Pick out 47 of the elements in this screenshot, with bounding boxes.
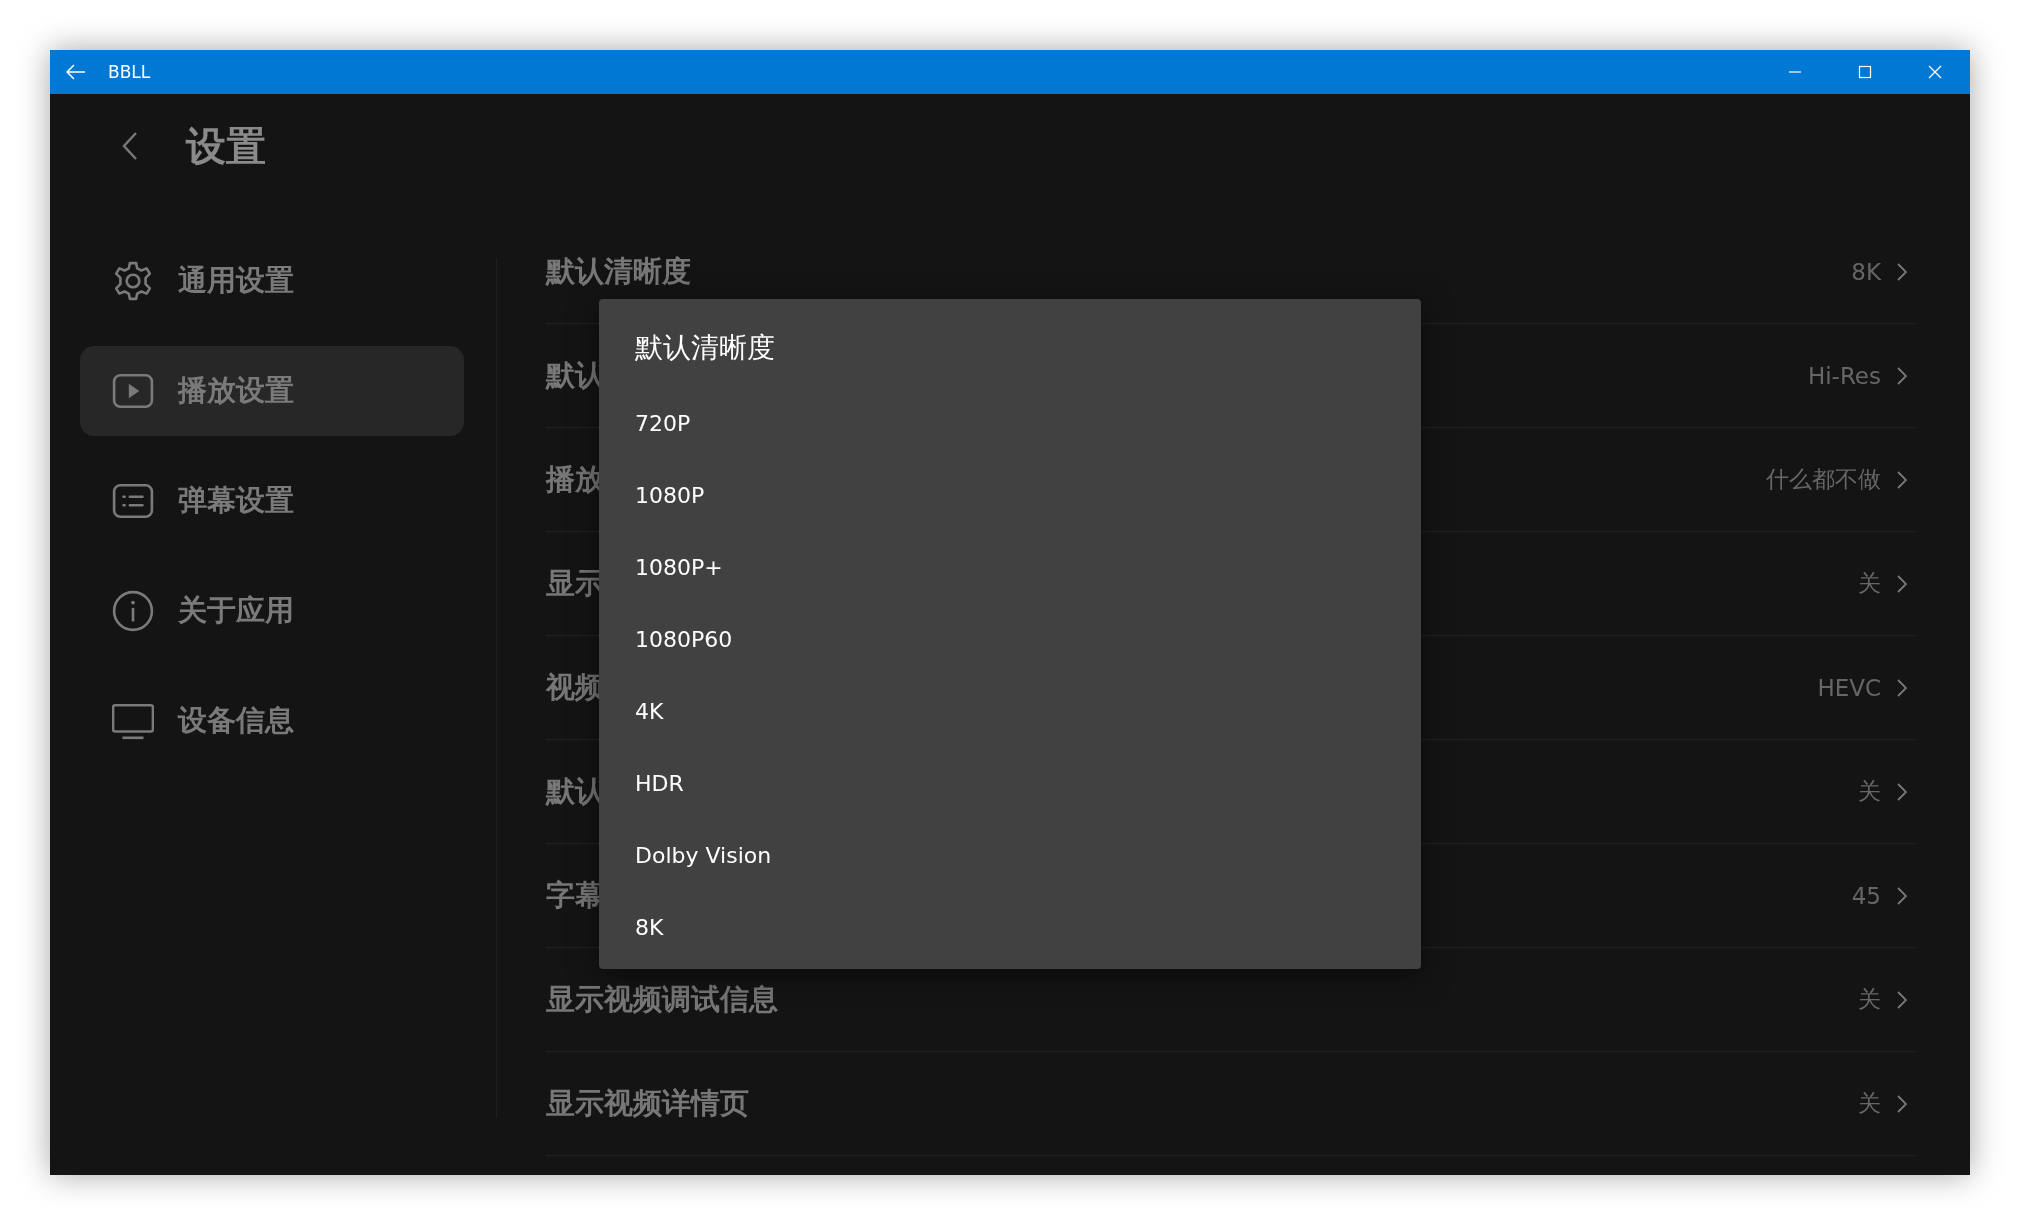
close-icon[interactable] <box>1928 65 1942 79</box>
setting-value: 什么都不做 <box>1766 465 1881 494</box>
back-arrow-icon[interactable] <box>66 64 86 80</box>
sidebar-label: 弹幕设置 <box>178 482 294 519</box>
setting-label: 默认清晰度 <box>546 252 691 290</box>
setting-value: 关 <box>1858 985 1881 1014</box>
sidebar-label: 播放设置 <box>178 372 294 409</box>
dialog-option[interactable]: 1080P+ <box>635 531 1375 603</box>
dialog-title: 默认清晰度 <box>635 330 776 366</box>
settings-icon <box>112 260 154 302</box>
info-icon <box>112 590 154 632</box>
setting-value: 关 <box>1858 569 1881 598</box>
sidebar-item[interactable]: 通用设置 <box>80 236 464 326</box>
sidebar-label: 设备信息 <box>178 702 294 739</box>
sidebar-item[interactable]: 设备信息 <box>80 676 464 766</box>
setting-value: 8K <box>1851 258 1881 285</box>
chevron-icon <box>1897 1094 1907 1113</box>
dialog-option[interactable]: Dolby Vision <box>635 819 1375 891</box>
setting-value: Hi-Res <box>1807 362 1881 389</box>
back-chevron-icon[interactable] <box>122 131 138 161</box>
dialog-option[interactable]: 4K <box>635 675 1375 747</box>
maximize-icon[interactable] <box>1858 65 1872 79</box>
setting-value: 关 <box>1858 1089 1881 1118</box>
setting-label: 显示视频调试信息 <box>546 980 778 1018</box>
setting-row[interactable]: 显示视频详情页 关 <box>546 1052 1915 1156</box>
setting-value: HEVC <box>1817 674 1881 701</box>
page-title: 设置 <box>186 121 266 171</box>
sidebar-label: 关于应用 <box>178 592 294 629</box>
dialog-option[interactable]: HDR <box>635 747 1375 819</box>
chevron-icon <box>1897 366 1907 385</box>
chevron-icon <box>1897 262 1907 281</box>
sidebar-item[interactable]: 弹幕设置 <box>80 456 464 546</box>
chevron-icon <box>1897 470 1907 489</box>
setting-label: 显示视频详情页 <box>546 1084 749 1122</box>
dialog-option[interactable]: 720P <box>635 387 1375 459</box>
setting-value: 关 <box>1858 777 1881 806</box>
dialog-option[interactable]: 1080P60 <box>635 603 1375 675</box>
dialog-option[interactable]: 1080P <box>635 459 1375 531</box>
chevron-icon <box>1897 574 1907 593</box>
sidebar-label: 通用设置 <box>178 262 294 299</box>
sidebar-item[interactable]: 关于应用 <box>80 566 464 656</box>
chevron-icon <box>1897 990 1907 1009</box>
chevron-icon <box>1897 782 1907 801</box>
window-title: BBLL <box>108 62 151 82</box>
setting-value: 45 <box>1851 882 1881 909</box>
chevron-icon <box>1897 678 1907 697</box>
chevron-icon <box>1897 886 1907 905</box>
